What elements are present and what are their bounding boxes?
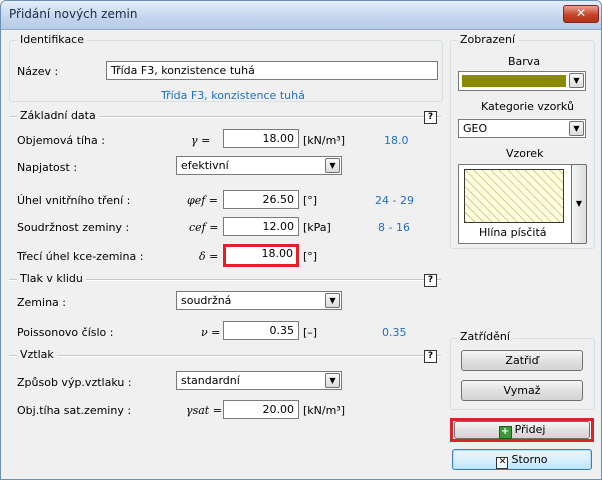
vztlak-divider <box>9 355 441 357</box>
vymaz-button[interactable]: Vymaž <box>461 380 583 401</box>
pridej-label: Přidej <box>514 423 546 436</box>
uhel-label: Úhel vnitřního tření : <box>17 194 131 207</box>
identifikace-title: Identifikace <box>17 33 87 46</box>
poisson-input[interactable]: 0.35 <box>223 321 299 340</box>
zpusob-label: Způsob výp.vztlaku : <box>17 376 132 389</box>
tlak-help-icon[interactable]: ? <box>424 274 437 287</box>
soudrznost-label: Soudržnost zeminy : <box>17 221 130 234</box>
treci-unit: [°] <box>303 250 318 263</box>
objemova-unit: [kN/m³] <box>303 134 346 147</box>
zobrazeni-title: Zobrazení <box>457 33 519 46</box>
window-title: Přidání nových zemin <box>9 7 138 21</box>
storno-label: Storno <box>511 453 548 466</box>
uhel-unit: [°] <box>303 194 318 207</box>
zemina-label: Zemina : <box>17 296 66 309</box>
treci-input[interactable]: 18.00 <box>223 244 299 267</box>
gamma-sat-symbol: γsat = <box>186 404 222 417</box>
gamma-symbol: γ = <box>191 134 211 147</box>
soudrznost-unit: [kPa] <box>303 221 331 234</box>
poisson-unit: [–] <box>303 326 318 339</box>
zemina-value: soudržná <box>181 294 232 307</box>
obj-sat-unit: [kN/m³] <box>303 404 346 417</box>
name-label: Název : <box>17 65 59 78</box>
plus-icon: + <box>498 426 512 439</box>
kategorie-select[interactable]: GEO ▼ <box>458 119 586 138</box>
zakladni-help-icon[interactable]: ? <box>424 111 437 124</box>
napjatost-select[interactable]: efektivní ▼ <box>176 156 342 175</box>
pridej-button[interactable]: + Přidej <box>454 421 590 439</box>
cef-symbol: cef = <box>189 221 219 234</box>
poisson-hint: 0.35 <box>382 326 407 339</box>
napjatost-label: Napjatost : <box>17 161 78 174</box>
chevron-down-icon[interactable]: ▼ <box>325 293 340 308</box>
uhel-input[interactable]: 26.50 <box>223 190 299 209</box>
soudrznost-input[interactable]: 12.00 <box>223 217 299 236</box>
color-swatch <box>462 75 566 87</box>
delta-symbol: δ = <box>199 250 219 263</box>
chevron-down-icon[interactable]: ▼ <box>325 373 340 388</box>
objemova-label: Objemová tíha : <box>17 134 105 147</box>
vztlak-help-icon[interactable]: ? <box>424 350 437 363</box>
pattern-dropdown-button[interactable]: ▼ <box>571 164 587 244</box>
soudrznost-hint: 8 - 16 <box>378 221 410 234</box>
vztlak-title: Vztlak <box>17 348 57 361</box>
chevron-down-icon[interactable]: ▼ <box>569 73 584 88</box>
napjatost-value: efektivní <box>181 159 229 172</box>
zakladni-title: Základní data <box>17 109 99 122</box>
zemina-select[interactable]: soudržná ▼ <box>176 291 342 310</box>
nu-symbol: ν = <box>201 326 221 339</box>
zpusob-value: standardní <box>181 374 240 387</box>
zatrid-button[interactable]: Zatřiď <box>461 350 583 371</box>
chevron-down-icon[interactable]: ▼ <box>569 121 584 136</box>
treci-label: Třecí úhel kce-zemina : <box>17 250 144 263</box>
dialog-window: Přidání nových zemin ✕ Identifikace Náze… <box>0 0 602 480</box>
objemova-input[interactable]: 18.00 <box>223 129 299 148</box>
classification-text: Třída F3, konzistence tuhá <box>161 89 305 102</box>
pattern-name: Hlína písčitá <box>479 226 547 239</box>
barva-label: Barva <box>508 55 541 68</box>
phi-symbol: φef = <box>187 194 218 207</box>
name-input[interactable]: Třída F3, konzistence tuhá <box>106 61 438 80</box>
kategorie-label: Kategorie vzorků <box>481 100 574 113</box>
barva-select[interactable]: ▼ <box>458 71 586 91</box>
zatrideni-title: Zatřídění <box>457 330 513 343</box>
zpusob-select[interactable]: standardní ▼ <box>176 371 342 390</box>
uhel-hint: 24 - 29 <box>375 194 414 207</box>
poisson-label: Poissonovo číslo : <box>17 326 114 339</box>
vzorek-label: Vzorek <box>506 147 544 160</box>
title-bar: Přidání nových zemin ✕ <box>1 1 601 30</box>
tlak-title: Tlak v klidu <box>17 272 86 285</box>
kategorie-value: GEO <box>463 122 488 135</box>
obj-sat-input[interactable]: 20.00 <box>223 400 299 419</box>
storno-button[interactable]: ✕ Storno <box>452 449 592 470</box>
hatch-pattern-icon <box>464 169 564 223</box>
cross-box-icon: ✕ <box>496 457 509 469</box>
pattern-preview[interactable]: Hlína písčitá <box>458 164 572 244</box>
dialog-client: Identifikace Název : Třída F3, konzisten… <box>5 30 597 475</box>
obj-sat-label: Obj.tíha sat.zeminy : <box>17 404 132 417</box>
close-button[interactable]: ✕ <box>563 5 599 23</box>
chevron-down-icon[interactable]: ▼ <box>325 158 340 173</box>
objemova-hint: 18.0 <box>384 134 409 147</box>
